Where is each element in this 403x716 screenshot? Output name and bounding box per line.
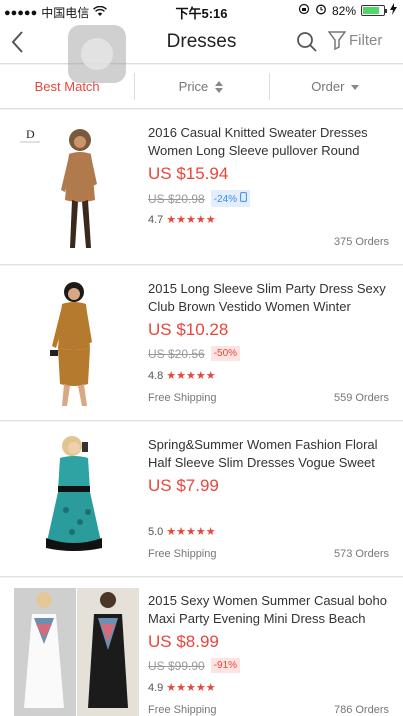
product-card[interactable]: 2015 Long Sleeve Slim Party Dress Sexy C… <box>0 266 403 421</box>
battery-percent: 82% <box>331 3 356 18</box>
product-rating: 4.9 ★★★★★ <box>148 681 216 695</box>
svg-text:D: D <box>26 127 35 141</box>
discount-badge: -24% <box>210 190 250 207</box>
product-rating: 5.0 ★★★★★ <box>148 525 216 539</box>
charging-icon <box>390 3 397 18</box>
star-rating-icon: ★★★★★ <box>166 682 216 694</box>
product-price: US $7.99 <box>148 476 219 495</box>
product-title[interactable]: 2016 Casual Knitted Sweater Dresses Wome… <box>148 124 393 160</box>
shipping-info: Free Shipping <box>148 548 217 560</box>
battery-icon <box>361 5 387 16</box>
product-rating: 4.7 ★★★★★ <box>148 213 216 227</box>
alarm-icon <box>315 3 327 18</box>
star-rating-icon: ★★★★★ <box>166 526 216 538</box>
product-image[interactable]: D <box>14 120 139 255</box>
mobile-phone-icon <box>239 192 247 202</box>
sort-bar: Best Match Price Order <box>0 65 403 109</box>
product-card[interactable]: 2015 Sexy Women Summer Casual boho Maxi … <box>0 578 403 716</box>
orders-count: 786 Orders <box>333 704 389 716</box>
product-price: US $15.94 <box>148 164 229 183</box>
product-image[interactable] <box>14 432 139 567</box>
star-rating-icon: ★★★★★ <box>166 214 216 226</box>
product-title[interactable]: 2015 Sexy Women Summer Casual boho Maxi … <box>148 592 393 628</box>
filter-button[interactable]: Filter <box>328 30 382 50</box>
product-list: D 2016 Casual Knitted Sweater Dresses Wo… <box>0 110 403 716</box>
product-card[interactable]: Spring&Summer Women Fashion Floral Half … <box>0 422 403 577</box>
shipping-info: Free Shipping <box>148 392 217 404</box>
product-rating: 4.8 ★★★★★ <box>148 369 216 383</box>
search-button[interactable] <box>295 30 319 54</box>
filter-label: Filter <box>349 31 383 49</box>
original-price: US $99.90 <box>148 658 205 673</box>
assistive-touch-button[interactable] <box>68 25 126 83</box>
discount-badge: -50% <box>210 346 241 361</box>
rating-value: 4.9 <box>148 681 164 694</box>
product-image[interactable] <box>14 276 139 411</box>
filter-icon <box>328 31 346 50</box>
product-title[interactable]: 2015 Long Sleeve Slim Party Dress Sexy C… <box>148 280 393 316</box>
rating-value: 5.0 <box>148 525 164 538</box>
sort-price-label: Price <box>178 79 209 94</box>
product-price: US $10.28 <box>148 320 229 339</box>
search-icon <box>297 32 317 52</box>
sort-price[interactable]: Price <box>134 65 268 108</box>
orders-count: 559 Orders <box>333 392 389 404</box>
rating-value: 4.8 <box>148 369 164 382</box>
original-price: US $20.56 <box>148 346 205 361</box>
product-price: US $8.99 <box>148 632 219 651</box>
orders-count: 573 Orders <box>333 548 389 560</box>
nav-bar: Dresses Filter <box>0 22 403 83</box>
status-bar: ●●●●● 中国电信 下午5:16 82% <box>0 0 403 22</box>
sort-updown-icon <box>215 80 224 93</box>
product-card[interactable]: D 2016 Casual Knitted Sweater Dresses Wo… <box>0 110 403 265</box>
original-price: US $20.98 <box>148 191 205 206</box>
caret-down-icon <box>351 84 360 90</box>
orders-count: 375 Orders <box>333 236 389 248</box>
discount-badge: -91% <box>210 658 241 673</box>
star-rating-icon: ★★★★★ <box>166 370 216 382</box>
product-image[interactable] <box>14 588 139 716</box>
sort-order-label: Order <box>311 79 345 94</box>
lock-rotation-icon <box>298 3 310 18</box>
rating-value: 4.7 <box>148 213 164 226</box>
discount-label: -24% <box>213 194 238 205</box>
shipping-info: Free Shipping <box>148 704 217 716</box>
product-title[interactable]: Spring&Summer Women Fashion Floral Half … <box>148 436 393 472</box>
sort-order[interactable]: Order <box>268 65 403 108</box>
